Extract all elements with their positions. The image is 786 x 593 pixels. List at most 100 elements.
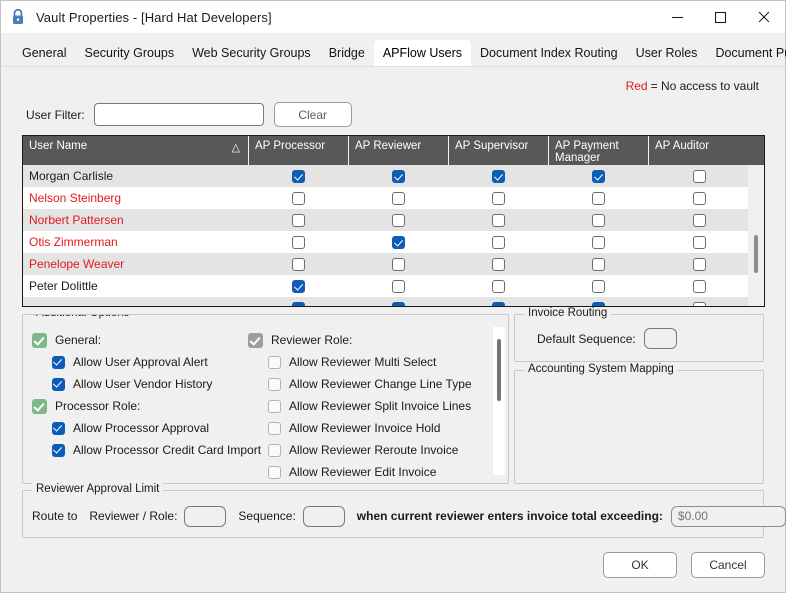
permission-checkbox-cell[interactable]	[648, 209, 750, 231]
checkbox-unchecked-icon[interactable]	[291, 257, 305, 271]
table-row[interactable]: Otis Zimmerman	[23, 231, 764, 253]
permission-checkbox-cell[interactable]	[248, 187, 348, 209]
option-row[interactable]: Allow Reviewer Reroute Invoice	[248, 439, 488, 461]
checkbox-checked-icon[interactable]	[491, 169, 505, 183]
ok-button[interactable]: OK	[603, 552, 677, 578]
option-row[interactable]: Allow User Vendor History	[32, 373, 247, 395]
invoice-total-amount-input[interactable]	[670, 505, 786, 527]
checkbox-unchecked-icon[interactable]	[268, 421, 281, 435]
permission-checkbox-cell[interactable]	[448, 187, 548, 209]
grid-column-header-user-name[interactable]: User Name △	[23, 136, 248, 165]
permission-checkbox-cell[interactable]	[448, 275, 548, 297]
option-row[interactable]: Processor Role:	[32, 395, 247, 417]
tab-document-publishing[interactable]: Document Publishing	[706, 40, 786, 66]
checkbox-unchecked-icon[interactable]	[692, 213, 706, 227]
permission-checkbox-cell[interactable]	[248, 209, 348, 231]
grid-vertical-scrollbar[interactable]	[748, 165, 764, 306]
checkbox-unchecked-icon[interactable]	[591, 279, 605, 293]
tab-user-roles[interactable]: User Roles	[627, 40, 707, 66]
checkbox-checked-icon[interactable]	[591, 169, 605, 183]
checkbox-checked-icon[interactable]	[391, 169, 405, 183]
checkbox-checked-icon[interactable]	[491, 301, 505, 306]
checkbox-unchecked-icon[interactable]	[591, 257, 605, 271]
table-row[interactable]: Nelson Steinberg	[23, 187, 764, 209]
grid-column-header-ap-processor[interactable]: AP Processor	[248, 136, 348, 165]
permission-checkbox-cell[interactable]	[448, 297, 548, 306]
tab-web-security-groups[interactable]: Web Security Groups	[183, 40, 320, 66]
permission-checkbox-cell[interactable]	[248, 275, 348, 297]
permission-checkbox-cell[interactable]	[548, 165, 648, 187]
table-row[interactable]: Peter Dolittle	[23, 275, 764, 297]
permission-checkbox-cell[interactable]	[548, 209, 648, 231]
permission-checkbox-cell[interactable]	[348, 165, 448, 187]
permission-checkbox-cell[interactable]	[348, 209, 448, 231]
permission-checkbox-cell[interactable]	[348, 253, 448, 275]
table-row[interactable]: Morgan Carlisle	[23, 165, 764, 187]
table-row[interactable]	[23, 297, 764, 306]
option-row[interactable]: General:	[32, 329, 247, 351]
checkbox-checked-icon[interactable]	[52, 355, 65, 369]
checkbox-unchecked-icon[interactable]	[491, 213, 505, 227]
grid-column-header-ap-reviewer[interactable]: AP Reviewer	[348, 136, 448, 165]
permission-checkbox-cell[interactable]	[648, 187, 750, 209]
clear-filter-button[interactable]: Clear	[273, 102, 352, 127]
option-row[interactable]: Allow Processor Approval	[32, 417, 247, 439]
checkbox-unchecked-icon[interactable]	[591, 213, 605, 227]
checkbox-unchecked-icon[interactable]	[268, 399, 281, 413]
tab-bridge[interactable]: Bridge	[320, 40, 374, 66]
checkbox-checked-icon[interactable]	[291, 169, 305, 183]
checkbox-unchecked-icon[interactable]	[692, 235, 706, 249]
tab-security-groups[interactable]: Security Groups	[75, 40, 183, 66]
checkbox-unchecked-icon[interactable]	[268, 465, 281, 479]
permission-checkbox-cell[interactable]	[248, 165, 348, 187]
permission-checkbox-cell[interactable]	[548, 253, 648, 275]
option-row[interactable]: Allow Reviewer Edit Invoice	[248, 461, 488, 483]
permission-checkbox-cell[interactable]	[348, 231, 448, 253]
checkbox-unchecked-icon[interactable]	[391, 279, 405, 293]
tab-general[interactable]: General	[13, 40, 75, 66]
option-row[interactable]: Reviewer Role:	[248, 329, 488, 351]
checkbox-unchecked-icon[interactable]	[491, 257, 505, 271]
option-row[interactable]: Allow Reviewer Multi Select	[248, 351, 488, 373]
checkbox-checked-icon[interactable]	[291, 279, 305, 293]
checkbox-unchecked-icon[interactable]	[591, 235, 605, 249]
grid-scrollbar-thumb[interactable]	[754, 235, 758, 273]
permission-checkbox-cell[interactable]	[348, 275, 448, 297]
checkbox-unchecked-icon[interactable]	[391, 257, 405, 271]
option-row[interactable]: Allow Reviewer Split Invoice Lines	[248, 395, 488, 417]
permission-checkbox-cell[interactable]	[648, 253, 750, 275]
checkbox-checked-icon[interactable]	[391, 301, 405, 306]
default-sequence-input[interactable]	[643, 328, 677, 349]
user-filter-input[interactable]	[93, 103, 264, 126]
grid-column-header-ap-auditor[interactable]: AP Auditor	[648, 136, 750, 165]
checkbox-checked-icon[interactable]	[32, 398, 47, 414]
additional-options-scrollbar-thumb[interactable]	[497, 339, 501, 401]
option-row[interactable]: Allow Reviewer Change Line Type	[248, 373, 488, 395]
checkbox-unchecked-icon[interactable]	[268, 355, 281, 369]
table-row[interactable]: Penelope Weaver	[23, 253, 764, 275]
minimize-icon[interactable]	[656, 1, 699, 33]
permission-checkbox-cell[interactable]	[448, 231, 548, 253]
option-row[interactable]: Allow User Approval Alert	[32, 351, 247, 373]
checkbox-checked-icon[interactable]	[248, 332, 263, 348]
grid-column-header-ap-payment-manager[interactable]: AP Payment Manager	[548, 136, 648, 165]
checkbox-checked-icon[interactable]	[52, 377, 65, 391]
checkbox-unchecked-icon[interactable]	[692, 257, 706, 271]
checkbox-unchecked-icon[interactable]	[692, 169, 706, 183]
checkbox-unchecked-icon[interactable]	[491, 191, 505, 205]
permission-checkbox-cell[interactable]	[648, 165, 750, 187]
checkbox-unchecked-icon[interactable]	[268, 377, 281, 391]
table-row[interactable]: Norbert Pattersen	[23, 209, 764, 231]
tab-document-index-routing[interactable]: Document Index Routing	[471, 40, 627, 66]
permission-checkbox-cell[interactable]	[548, 275, 648, 297]
permission-checkbox-cell[interactable]	[348, 187, 448, 209]
permission-checkbox-cell[interactable]	[648, 275, 750, 297]
checkbox-unchecked-icon[interactable]	[491, 279, 505, 293]
tab-apflow-users[interactable]: APFlow Users	[373, 40, 472, 66]
checkbox-unchecked-icon[interactable]	[491, 235, 505, 249]
permission-checkbox-cell[interactable]	[248, 253, 348, 275]
permission-checkbox-cell[interactable]	[448, 209, 548, 231]
permission-checkbox-cell[interactable]	[548, 231, 648, 253]
checkbox-unchecked-icon[interactable]	[268, 443, 281, 457]
checkbox-checked-icon[interactable]	[52, 443, 65, 457]
